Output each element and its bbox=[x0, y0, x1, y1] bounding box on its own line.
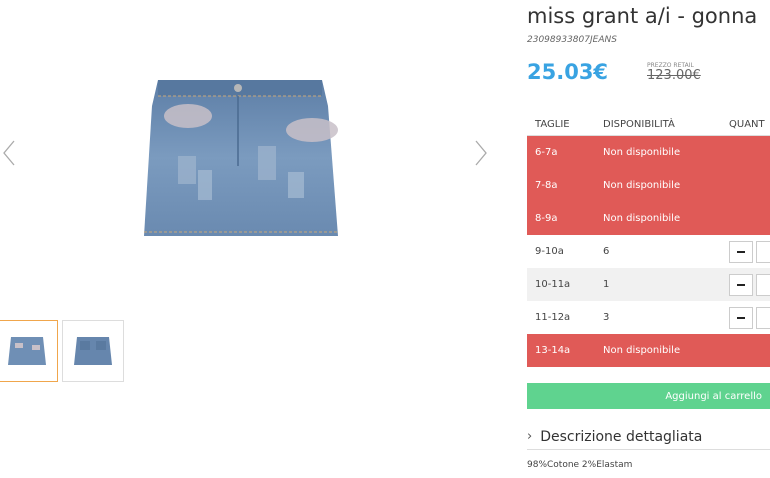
add-to-cart-button[interactable]: Aggiungi al carrello bbox=[527, 383, 770, 409]
product-info: miss grant a/i - gonna 23098933807JEANS … bbox=[527, 0, 770, 478]
quantity-input[interactable] bbox=[755, 306, 770, 329]
quantity-input[interactable] bbox=[755, 240, 770, 263]
thumbnail-strip bbox=[0, 320, 124, 382]
availability-label: Non disponibile bbox=[603, 180, 681, 191]
product-title: miss grant a/i - gonna bbox=[527, 4, 758, 28]
size-row-13-14a: 13-14a Non disponibile bbox=[527, 334, 770, 367]
size-row-7-8a: 7-8a Non disponibile bbox=[527, 169, 770, 202]
size-label: 9-10a bbox=[535, 246, 564, 257]
quantity-cell bbox=[729, 136, 770, 169]
availability-count: 6 bbox=[603, 246, 610, 257]
availability-label: Non disponibile bbox=[603, 213, 681, 224]
availability-count: 1 bbox=[603, 279, 610, 290]
minus-icon bbox=[736, 316, 745, 319]
product-sku: 23098933807JEANS bbox=[527, 35, 617, 45]
chevron-left-icon bbox=[3, 140, 15, 166]
size-row-10-11a: 10-11a 1 bbox=[527, 268, 770, 301]
thumbnail-front[interactable] bbox=[0, 320, 58, 382]
chevron-right-icon: › bbox=[527, 429, 533, 444]
quantity-cell bbox=[729, 334, 770, 367]
quantity-stepper bbox=[729, 268, 770, 301]
availability-label: Non disponibile bbox=[603, 345, 681, 356]
product-main-image bbox=[144, 80, 338, 236]
skirt-back-thumbnail bbox=[74, 337, 112, 365]
header-size: TAGLIE bbox=[535, 118, 570, 130]
description-toggle[interactable]: › Descrizione dettagliata bbox=[527, 424, 770, 450]
description-toggle-label: Descrizione dettagliata bbox=[540, 428, 703, 445]
next-image-arrow[interactable] bbox=[472, 138, 490, 168]
chevron-right-icon bbox=[475, 140, 487, 166]
product-price: 25.03€ bbox=[527, 60, 609, 84]
material-composition: 98%Cotone 2%Elastam bbox=[527, 460, 633, 470]
availability-label: Non disponibile bbox=[603, 147, 681, 158]
size-label: 7-8a bbox=[535, 180, 558, 191]
availability-count: 3 bbox=[603, 312, 610, 323]
header-availability: DISPONIBILITÀ bbox=[603, 118, 675, 130]
sizes-table-header: TAGLIE DISPONIBILITÀ QUANT bbox=[527, 113, 770, 136]
thumbnail-back[interactable] bbox=[62, 320, 124, 382]
decrease-quantity-button[interactable] bbox=[729, 306, 753, 329]
product-gallery bbox=[0, 0, 500, 478]
size-row-8-9a: 8-9a Non disponibile bbox=[527, 202, 770, 235]
skirt-front-thumbnail bbox=[8, 337, 46, 365]
previous-image-arrow[interactable] bbox=[0, 138, 18, 168]
header-quantity: QUANT bbox=[729, 118, 765, 130]
minus-icon bbox=[736, 283, 745, 286]
size-row-9-10a: 9-10a 6 bbox=[527, 235, 770, 268]
size-label: 11-12a bbox=[535, 312, 571, 323]
size-row-6-7a: 6-7a Non disponibile bbox=[527, 136, 770, 169]
size-label: 10-11a bbox=[535, 279, 571, 290]
quantity-cell bbox=[729, 202, 770, 235]
sizes-table: TAGLIE DISPONIBILITÀ QUANT 6-7a Non disp… bbox=[527, 113, 770, 367]
retail-price: 123.00€ bbox=[647, 68, 701, 83]
quantity-stepper bbox=[729, 301, 770, 334]
size-label: 8-9a bbox=[535, 213, 558, 224]
quantity-cell bbox=[729, 169, 770, 202]
decrease-quantity-button[interactable] bbox=[729, 273, 753, 296]
quantity-input[interactable] bbox=[755, 273, 770, 296]
minus-icon bbox=[736, 250, 745, 253]
quantity-stepper bbox=[729, 235, 770, 268]
size-label: 6-7a bbox=[535, 147, 558, 158]
decrease-quantity-button[interactable] bbox=[729, 240, 753, 263]
size-label: 13-14a bbox=[535, 345, 571, 356]
size-row-11-12a: 11-12a 3 bbox=[527, 301, 770, 334]
